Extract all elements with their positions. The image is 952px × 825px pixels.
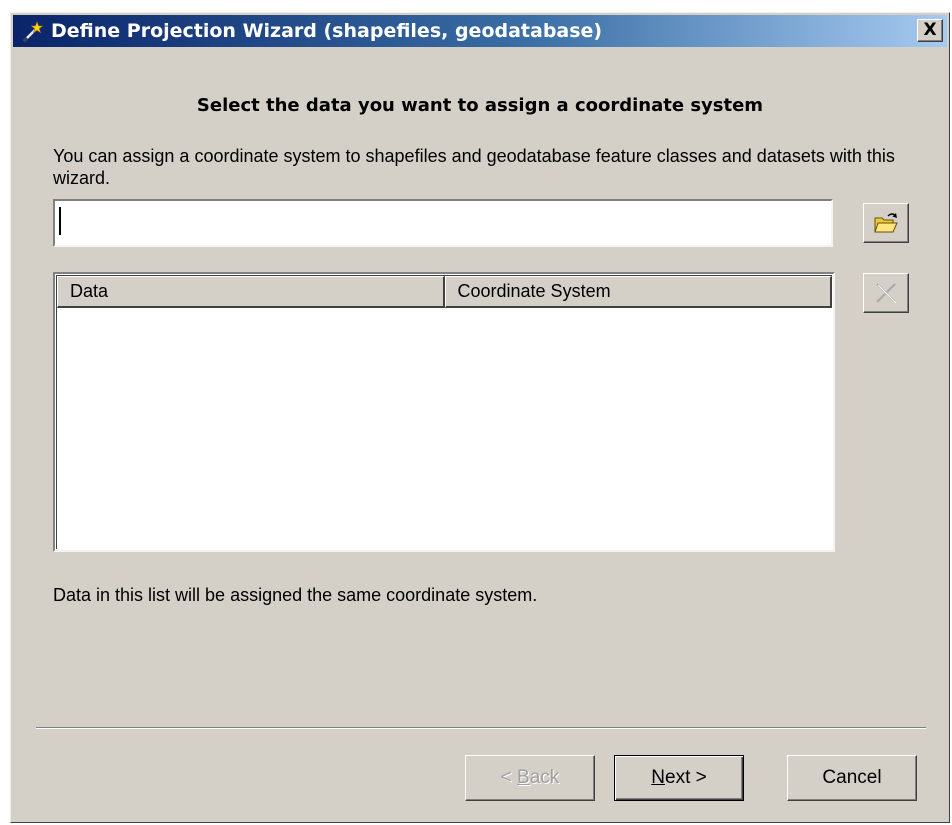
page-heading: Select the data you want to assign a coo… [196, 95, 764, 116]
window-title: Define Projection Wizard (shapefiles, ge… [51, 20, 603, 42]
footer-separator [36, 727, 926, 729]
open-folder-icon [874, 213, 898, 233]
back-prefix: < [500, 767, 518, 788]
column-header-data[interactable]: Data [57, 276, 445, 308]
wizard-wand-icon [21, 21, 44, 43]
back-rest: ack [529, 767, 560, 788]
delete-x-icon [876, 283, 897, 304]
text-caret [59, 207, 61, 235]
wizard-window: Define Projection Wizard (shapefiles, ge… [10, 12, 950, 823]
close-button[interactable]: X [917, 19, 943, 42]
back-button[interactable]: < Back [465, 755, 595, 801]
next-button[interactable]: Next > [614, 755, 744, 801]
back-mnemonic: B [517, 767, 530, 788]
title-bar[interactable]: Define Projection Wizard (shapefiles, ge… [13, 15, 947, 47]
column-header-coordinate-system[interactable]: Coordinate System [444, 276, 832, 308]
list-header: Data Coordinate System [57, 276, 832, 308]
remove-button[interactable] [863, 273, 909, 313]
next-rest: ext > [665, 767, 707, 788]
list-body[interactable] [57, 308, 832, 549]
page-description: You can assign a coordinate system to sh… [53, 146, 895, 188]
next-mnemonic: N [651, 767, 665, 788]
cancel-button[interactable]: Cancel [787, 755, 917, 801]
browse-button[interactable] [863, 203, 909, 243]
data-list-inner: Data Coordinate System [56, 275, 832, 549]
data-path-input[interactable] [53, 199, 833, 247]
list-footnote: Data in this list will be assigned the s… [53, 585, 538, 605]
data-list[interactable]: Data Coordinate System [53, 272, 835, 552]
